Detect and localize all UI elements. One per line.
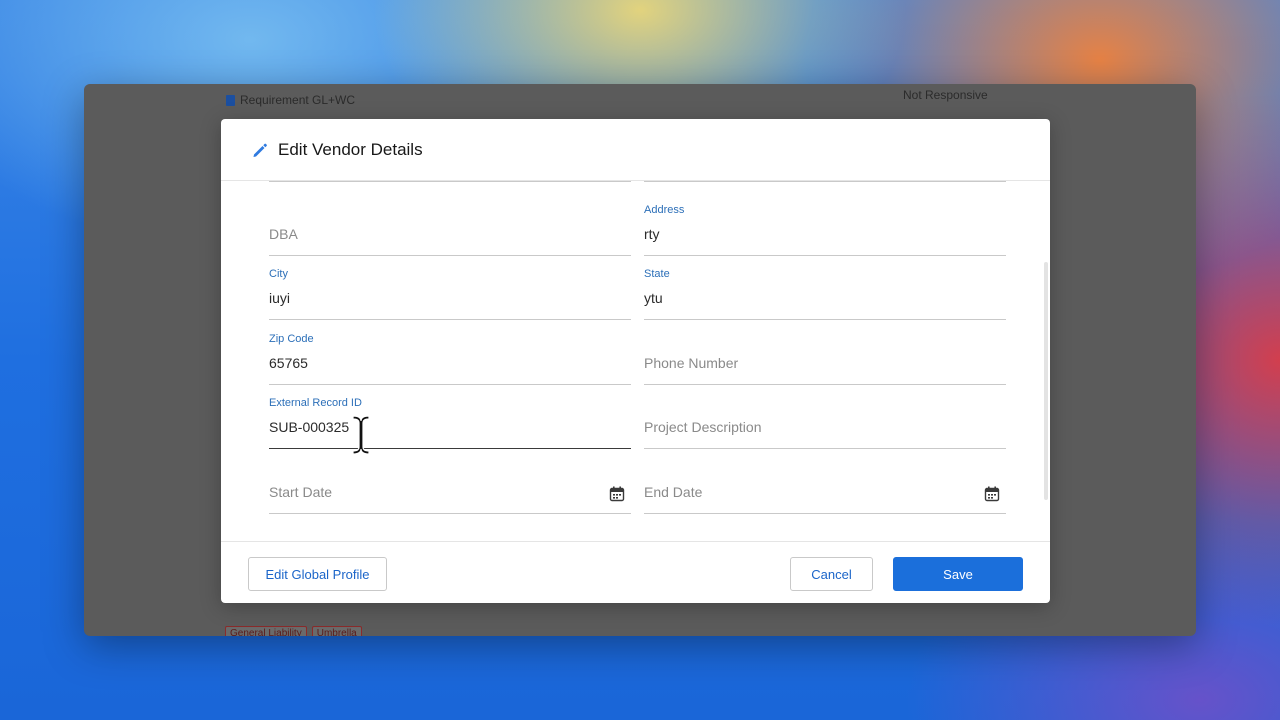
address-label: Address [644,204,685,216]
address-value: rty [644,226,660,242]
end-date-field[interactable]: End Date [644,462,1006,514]
external-record-id-field[interactable]: External Record ID SUB-000325 [269,397,631,449]
pencil-icon [253,143,267,157]
save-button[interactable]: Save [893,557,1023,591]
phone-number-field[interactable]: Phone Number [644,333,1006,385]
city-label: City [269,268,288,280]
external-record-id-value: SUB-000325 [269,419,350,435]
calendar-icon[interactable] [984,486,1000,502]
state-value: ytu [644,290,663,306]
text-cursor-icon [352,415,370,455]
calendar-icon[interactable] [609,486,625,502]
zip-code-label: Zip Code [269,333,314,345]
city-value: iuyi [269,290,291,306]
state-label: State [644,268,670,280]
background-tag: General Liability [225,626,307,636]
state-field[interactable]: State ytu [644,268,1006,320]
modal-title: Edit Vendor Details [278,139,423,159]
address-field[interactable]: Address rty [644,204,1006,256]
modal-body[interactable]: DBA Address rty City iuyi State ytu Zip … [221,181,1050,541]
background-requirement: Requirement GL+WC [226,93,355,107]
external-record-id-label: External Record ID [269,397,362,409]
field-divider [269,181,631,182]
end-date-placeholder: End Date [644,484,703,500]
modal-header: Edit Vendor Details [221,119,1050,181]
cancel-button[interactable]: Cancel [790,557,873,591]
project-description-placeholder: Project Description [644,419,762,435]
field-divider [644,181,1006,182]
edit-global-profile-button[interactable]: Edit Global Profile [248,557,387,591]
dba-placeholder: DBA [269,226,298,242]
background-status: Not Responsive [903,88,988,102]
background-tags: General Liability Umbrella [225,626,362,636]
background-requirement-label: Requirement GL+WC [240,93,356,107]
start-date-placeholder: Start Date [269,484,333,500]
zip-code-value: 65765 [269,355,308,371]
edit-vendor-modal: Edit Vendor Details DBA Address rty City… [221,119,1050,603]
start-date-field[interactable]: Start Date [269,462,631,514]
background-tag: Umbrella [311,626,362,636]
city-field[interactable]: City iuyi [269,268,631,320]
zip-code-field[interactable]: Zip Code 65765 [269,333,631,385]
phone-number-placeholder: Phone Number [644,355,739,371]
project-description-field[interactable]: Project Description [644,397,1006,449]
modal-footer: Edit Global Profile Cancel Save [221,541,1050,603]
modal-scrollbar[interactable] [1044,262,1048,500]
document-icon [226,94,235,106]
dba-field[interactable]: DBA [269,204,631,256]
